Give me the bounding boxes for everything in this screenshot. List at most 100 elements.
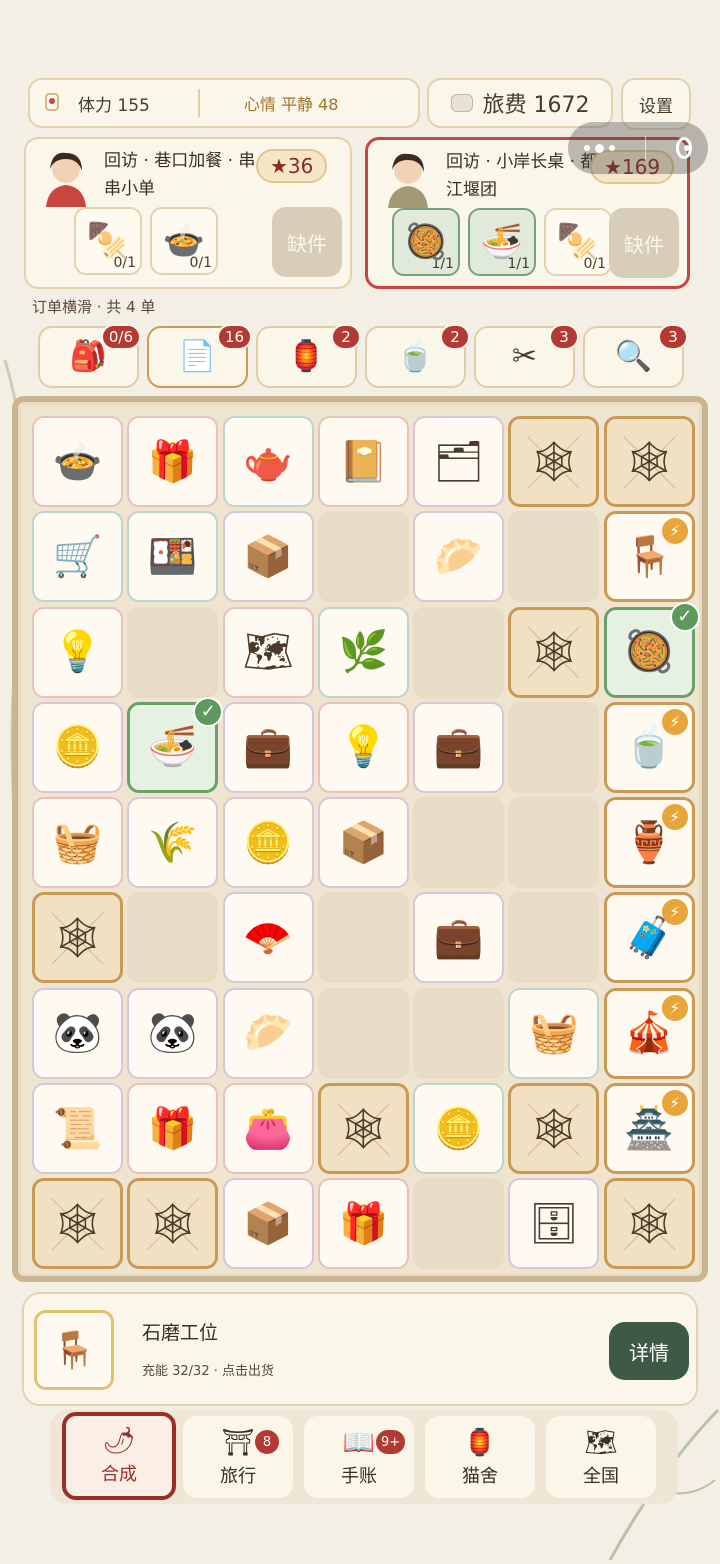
board-item[interactable]: 📔 [317, 416, 409, 507]
board-item[interactable]: 📦 [222, 1178, 314, 1270]
locked-web-cell[interactable]: 🕸 [508, 416, 600, 507]
idea-sketch-icon: 💡 [52, 629, 103, 676]
category-tab[interactable]: 🎒 0/6 [38, 324, 141, 388]
webbed-dish-icon: 🕸 [528, 629, 580, 676]
missing-items-button[interactable]: 缺件 [609, 208, 679, 278]
board-item[interactable]: 💡 [32, 606, 123, 698]
trunk-workshop-icon: 🧳 [624, 914, 675, 961]
board-item[interactable]: 🎁 [127, 1083, 219, 1175]
nav-tab[interactable]: 🏮 猫舍 [425, 1416, 535, 1498]
spicy-hotpot-bowl-icon: 🍲 [162, 221, 206, 261]
board-item[interactable]: 🎁 [317, 1178, 409, 1270]
board-item[interactable]: 🪭 [222, 892, 314, 984]
lightning-icon: ⚡ [661, 899, 688, 926]
board-item[interactable]: 🗺 [222, 606, 314, 698]
order-ready-item[interactable]: 🍜 ✓ [127, 696, 224, 793]
nav-tab[interactable]: 📖 手账 9+ [304, 1416, 414, 1498]
board-item[interactable]: 🪙 [413, 1083, 505, 1175]
nav-tab[interactable]: 🌶 合成 [62, 1412, 176, 1500]
category-tab[interactable]: ✂ 3 [474, 324, 579, 388]
board-grid: 🍲 🎁 🫖 📔 🗂 🕸 🕸 🛒 🍱 📦 🥟 🪑 ⚡ 💡 🗺 🌿 🕸 🥘 ✓ 🪙 🍜 ✓ 💼 💡 💼 🍵 ⚡ 🧺 🌾 🪙 📦 🏺 ⚡ 🕸 🪭 💼 🧳 ⚡ 🐼 🐼… [32, 416, 700, 1270]
category-tab[interactable]: 📄 16 [147, 324, 252, 388]
board-item[interactable]: 🪙 [222, 797, 314, 889]
detail-button[interactable]: 详情 [609, 1322, 689, 1380]
generator-cell[interactable]: 🪑 ⚡ [603, 511, 695, 603]
category-tab[interactable]: 🍵 2 [365, 324, 470, 388]
board-item[interactable]: 🧺 [508, 987, 600, 1079]
board-item[interactable]: 📦 [222, 511, 314, 603]
more-menu-icon[interactable] [584, 143, 615, 153]
board-item[interactable]: 💡 [317, 701, 409, 793]
pottery-stall-icon: 🏺 [624, 819, 675, 866]
category-bar: 🎒 0/6 📄 16 🏮 2 🍵 2 ✂ 3 🔍 3 [38, 324, 688, 388]
lightning-icon: ⚡ [661, 518, 688, 545]
locked-web-cell[interactable]: 🕸 [32, 1178, 123, 1270]
board-item[interactable]: 🧺 [32, 797, 123, 889]
category-tab[interactable]: 🔍 3 [583, 324, 688, 388]
board-item[interactable]: 🎁 [127, 416, 219, 507]
locked-web-cell[interactable]: 🕸 [603, 1178, 695, 1270]
empty-cell [317, 511, 409, 603]
order-item[interactable]: 🍢 0/1 [544, 208, 612, 276]
board-item[interactable]: 💼 [413, 892, 505, 984]
locked-web-cell[interactable]: 🕸 [317, 1083, 409, 1175]
board-item[interactable]: 🐼 [127, 987, 219, 1079]
locked-web-cell[interactable]: 🕸 [127, 1178, 219, 1270]
board-item[interactable]: 📜 [32, 1083, 123, 1175]
tea-set-icon: 🫖 [243, 438, 293, 485]
nav-tab-label: 全国 [583, 1466, 619, 1487]
locked-web-cell[interactable]: 🕸 [603, 416, 695, 507]
missing-items-button[interactable]: 缺件 [272, 207, 342, 277]
webbed-chest-icon: 🕸 [147, 1200, 199, 1247]
generator-cell[interactable]: 🏯 ⚡ [603, 1083, 695, 1175]
order-item[interactable]: 🍲 0/1 [150, 207, 218, 275]
empty-cell [317, 987, 409, 1079]
generator-cell[interactable]: 🎪 ⚡ [603, 987, 695, 1079]
board-item[interactable]: 🪙 [32, 701, 123, 793]
board-item[interactable]: 📦 [317, 797, 409, 889]
order-item-list: 🥘 1/1 🍜 1/1 🍢 0/1 [392, 208, 612, 276]
order-ready-item[interactable]: 🥘 ✓ [603, 601, 700, 698]
empty-cell [317, 892, 409, 984]
tea-stall-icon: 🍵 [624, 724, 675, 771]
board-item[interactable]: 🥟 [413, 511, 505, 603]
board-item[interactable]: 🍲 [32, 416, 123, 507]
order-card[interactable]: 回访 · 巷口加餐 · 串串小单 ★36 🍢 0/1 🍲 0/1 缺件 [24, 137, 352, 289]
order-item[interactable]: 🍢 0/1 [74, 207, 142, 275]
generator-cell[interactable]: 🍵 ⚡ [603, 701, 695, 793]
order-item[interactable]: 🥘 1/1 [392, 208, 460, 276]
copper-hotpot-icon: 🥘 [404, 222, 448, 262]
empty-cell [413, 797, 505, 889]
board-item[interactable]: 🥟 [222, 987, 314, 1079]
order-item[interactable]: 🍜 1/1 [468, 208, 536, 276]
locked-web-cell[interactable]: 🕸 [508, 1083, 600, 1175]
board-item[interactable]: 🍱 [127, 511, 219, 603]
checkmark-icon: ✓ [669, 601, 700, 632]
board-item[interactable]: 🌿 [317, 606, 409, 698]
board-item[interactable]: 🐼 [32, 987, 123, 1079]
scissors-icon: ✂ [511, 339, 538, 374]
board-item[interactable]: 🛒 [32, 511, 123, 603]
status-bar: 体力 155 心情 平静 48 [28, 78, 420, 128]
nav-tab[interactable]: 🗺 全国 [546, 1416, 656, 1498]
locked-web-cell[interactable]: 🕸 [508, 606, 600, 698]
board-item[interactable]: 🌾 [127, 797, 219, 889]
panda-booth-icon: 🎪 [624, 1010, 675, 1057]
board-item[interactable]: 💼 [222, 701, 314, 793]
orders-hint: 订单横滑 · 共 4 单 [32, 298, 156, 316]
steamer-basket-icon: 🧺 [52, 819, 103, 866]
board-item[interactable]: 🗂 [413, 416, 505, 507]
travel-icon: ⛩ [221, 1428, 255, 1458]
category-tab[interactable]: 🏮 2 [256, 324, 361, 388]
noodle-bowl-icon: 🍜 [147, 724, 198, 771]
close-miniprogram-icon[interactable] [675, 137, 692, 159]
nav-tab[interactable]: ⛩ 旅行 8 [183, 1416, 293, 1498]
board-item[interactable]: 🫖 [222, 416, 314, 507]
board-item[interactable]: 👛 [222, 1083, 314, 1175]
generator-cell[interactable]: 🏺 ⚡ [603, 797, 695, 889]
travel-fare-button[interactable]: 旅费 1672 [427, 78, 613, 128]
locked-web-cell[interactable]: 🕸 [32, 892, 123, 984]
board-item[interactable]: 🗄 [508, 1178, 600, 1270]
generator-cell[interactable]: 🧳 ⚡ [603, 892, 695, 984]
board-item[interactable]: 💼 [413, 701, 505, 793]
